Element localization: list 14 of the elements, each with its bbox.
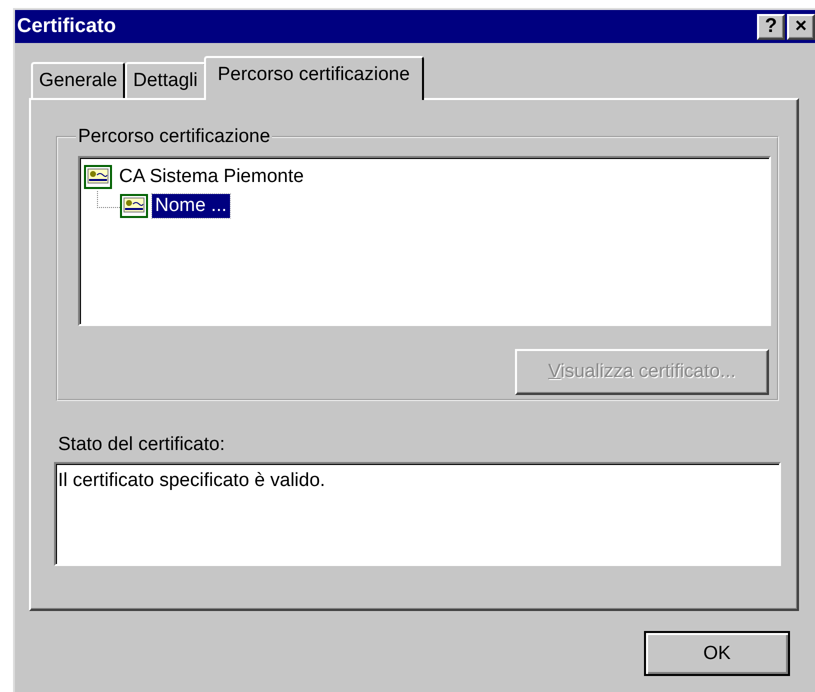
certificate-icon [120,194,148,218]
certificate-icon [84,164,112,188]
status-text-box: Il certificato specificato è valido. [54,462,781,566]
ok-button[interactable]: OK [644,631,790,676]
status-label: Stato del certificato: [58,434,226,456]
tab[interactable]: Percorso certificazione [204,56,424,100]
group-title: Percorso certificazione [77,126,272,148]
close-button[interactable]: × [787,14,815,40]
tab[interactable]: Generale [31,62,126,98]
window-title: Certificato [17,15,116,38]
help-button[interactable]: ? [757,14,785,40]
tab[interactable]: Dettagli [125,62,206,98]
tree-item[interactable]: Nome ... [152,194,230,218]
tree-item[interactable]: CA Sistema Piemonte [116,164,307,188]
